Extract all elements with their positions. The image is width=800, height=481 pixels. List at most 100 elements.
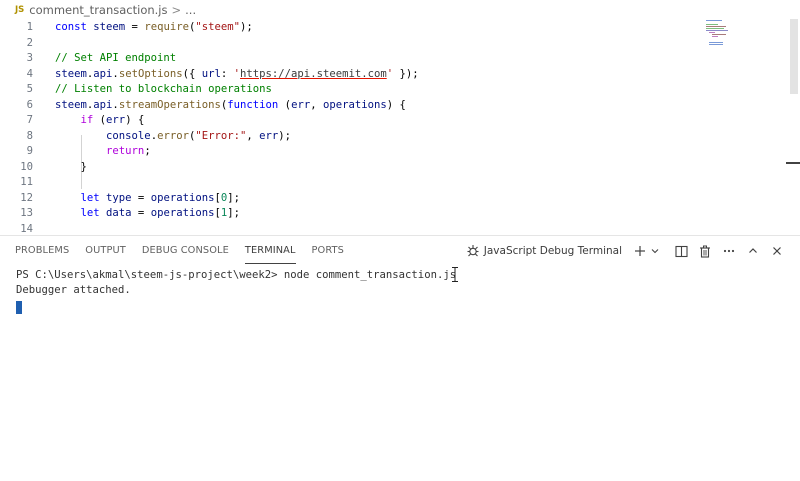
code-token: setOptions [118, 67, 183, 80]
breadcrumb-more[interactable]: ... [185, 3, 196, 17]
line-number: 3 [26, 52, 33, 64]
code-line[interactable]: 5 // Listen to blockchain operations [0, 82, 272, 98]
code-token: type [106, 191, 132, 204]
tab-output[interactable]: OUTPUT [85, 236, 126, 266]
code-line[interactable]: 9 return; [0, 144, 151, 160]
new-terminal-button[interactable] [632, 240, 648, 262]
terminal-profile-label: JavaScript Debug Terminal [483, 245, 622, 257]
minimap-line [709, 32, 715, 33]
code-line[interactable]: 12 let type = operations[0]; [0, 191, 240, 207]
code-line[interactable]: 8 console.error("Error:", err); [0, 129, 291, 145]
code-line[interactable]: 3 // Set API endpoint [0, 51, 177, 67]
tab-problems[interactable]: PROBLEMS [15, 236, 69, 266]
code-line[interactable]: 1 const steem = require("steem"); [0, 20, 253, 36]
code-token: // Listen to blockchain operations [55, 83, 272, 95]
more-actions-button[interactable] [718, 240, 740, 262]
tab-terminal[interactable]: TERMINAL [244, 236, 296, 266]
minimap-line [706, 30, 728, 31]
code-line[interactable]: 13 let data = operations[1]; [0, 206, 240, 222]
line-number: 10 [20, 160, 33, 173]
code-token: ) { [386, 98, 406, 111]
line-number: 8 [26, 129, 33, 142]
code-token: https://api.steemit.com [240, 67, 387, 80]
code-token: : [220, 67, 234, 80]
breadcrumb-file[interactable]: comment_transaction.js [29, 3, 167, 17]
code-token: operations [150, 191, 215, 204]
line-number: 4 [26, 67, 33, 80]
code-line[interactable]: 6 steem.api.streamOperations(function (er… [0, 98, 406, 114]
javascript-file-icon: JS [15, 4, 25, 15]
close-icon [773, 247, 781, 255]
code-line[interactable]: 7 if (err) { [0, 113, 145, 129]
line-number: 2 [26, 36, 33, 49]
bottom-panel: PROBLEMS OUTPUT DEBUG CONSOLE TERMINAL P… [0, 235, 800, 481]
code-token: ]; [227, 191, 241, 204]
line-code: let data = operations[1]; [55, 206, 241, 222]
breadcrumb: JS comment_transaction.js > ... [0, 0, 800, 19]
code-token: = [131, 191, 151, 204]
minimap-line [706, 20, 722, 21]
tab-ports[interactable]: PORTS [312, 236, 344, 266]
line-code: if (err) { [55, 113, 145, 129]
code-token: return [106, 145, 145, 157]
editor-scrollbar[interactable] [786, 19, 800, 234]
split-terminal-button[interactable] [670, 240, 692, 262]
line-number: 7 [26, 114, 33, 126]
panel-actions: JavaScript Debug Terminal [466, 236, 788, 266]
line-number: 5 [26, 83, 33, 95]
minimap[interactable] [706, 19, 756, 53]
terminal-launch-profile[interactable]: JavaScript Debug Terminal [466, 240, 630, 262]
code-token: steem [93, 21, 126, 33]
code-token: ({ [182, 67, 202, 80]
code-line[interactable]: 14 [0, 222, 33, 235]
code-token: } [55, 160, 87, 173]
terminal-output[interactable]: PS C:\Users\akmal\steem-js-project\week2… [16, 268, 456, 314]
code-token: steem [55, 67, 87, 80]
code-token: ( [93, 114, 107, 126]
chevron-up-icon [749, 248, 757, 253]
code-token: if [80, 114, 94, 126]
panel-tabs: PROBLEMS OUTPUT DEBUG CONSOLE TERMINAL P… [0, 236, 344, 266]
code-token: ); [278, 129, 292, 142]
minimap-line [706, 28, 724, 29]
trash-icon [700, 245, 710, 258]
code-token: = [131, 207, 151, 219]
code-token: streamOperations [118, 98, 221, 111]
minimap-line [709, 42, 723, 43]
terminal-dropdown-button[interactable] [650, 240, 660, 262]
maximize-panel-button[interactable] [742, 240, 764, 262]
code-token: ); [240, 21, 253, 33]
line-number: 14 [20, 222, 33, 235]
minimap-line [706, 26, 726, 27]
terminal-cursor [16, 301, 22, 314]
code-line[interactable]: 4 steem.api.setOptions({ url: 'https://ap… [0, 67, 419, 83]
code-token: , [310, 98, 323, 111]
code-token: operations [150, 207, 215, 219]
split-icon [674, 245, 688, 257]
scrollbar-thumb[interactable] [790, 19, 798, 94]
line-number: 9 [26, 145, 33, 157]
kill-terminal-button[interactable] [694, 240, 716, 262]
code-line[interactable]: 10 } [0, 160, 87, 176]
line-code: const steem = require("steem"); [55, 20, 253, 36]
terminal-command-line: PS C:\Users\akmal\steem-js-project\week2… [16, 269, 457, 281]
line-number: 11 [20, 176, 33, 188]
code-token: url [201, 67, 221, 80]
code-line[interactable]: 11 [0, 175, 33, 191]
line-code: // Set API endpoint [55, 51, 176, 67]
code-token: console [106, 129, 151, 142]
minimap-line [712, 34, 726, 35]
minimap-line [712, 36, 718, 37]
tab-debug-console[interactable]: DEBUG CONSOLE [142, 236, 229, 266]
close-panel-button[interactable] [766, 240, 788, 262]
code-editor[interactable]: 1 const steem = require("steem"); 2 3 // Set… [0, 19, 800, 234]
code-token: err [291, 98, 311, 111]
code-token: ( [278, 98, 292, 111]
line-code: let type = operations[0]; [55, 191, 241, 207]
code-line[interactable]: 2 [0, 36, 33, 52]
chevron-down-icon [651, 249, 659, 254]
code-token: operations [322, 98, 387, 111]
